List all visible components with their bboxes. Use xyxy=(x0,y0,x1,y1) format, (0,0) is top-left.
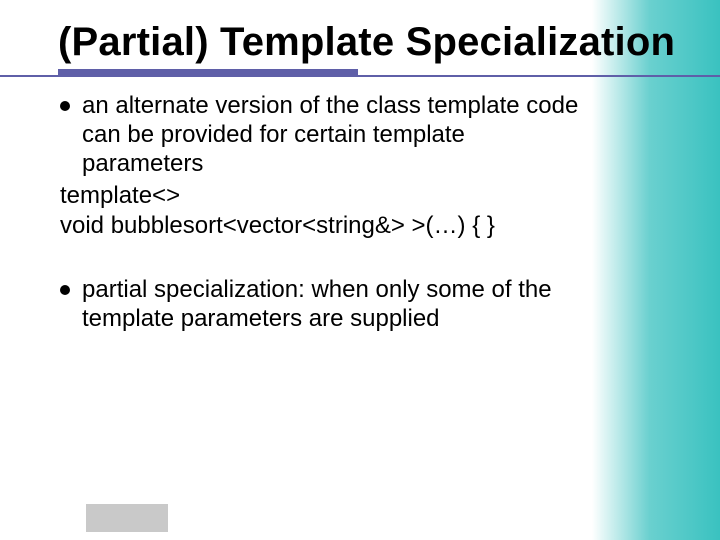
slide-body: an alternate version of the class templa… xyxy=(0,77,720,333)
vertical-spacer xyxy=(60,241,590,275)
footer-placeholder-rect xyxy=(86,504,168,532)
bullet-item: an alternate version of the class templa… xyxy=(60,91,590,179)
code-line: void bubblesort<vector<string&> >(…) { } xyxy=(60,211,590,241)
bullet-text: partial specialization: when only some o… xyxy=(82,275,590,334)
title-underline xyxy=(0,69,720,77)
bullet-dot-icon xyxy=(60,101,70,111)
code-block: template<> void bubblesort<vector<string… xyxy=(60,181,590,241)
title-block: (Partial) Template Specialization xyxy=(0,20,720,65)
slide-container: (Partial) Template Specialization an alt… xyxy=(0,0,720,540)
bullet-dot-icon xyxy=(60,285,70,295)
code-line: template<> xyxy=(60,181,590,211)
bullet-text: an alternate version of the class templa… xyxy=(82,91,590,179)
bullet-item: partial specialization: when only some o… xyxy=(60,275,590,334)
slide-title: (Partial) Template Specialization xyxy=(58,20,720,65)
